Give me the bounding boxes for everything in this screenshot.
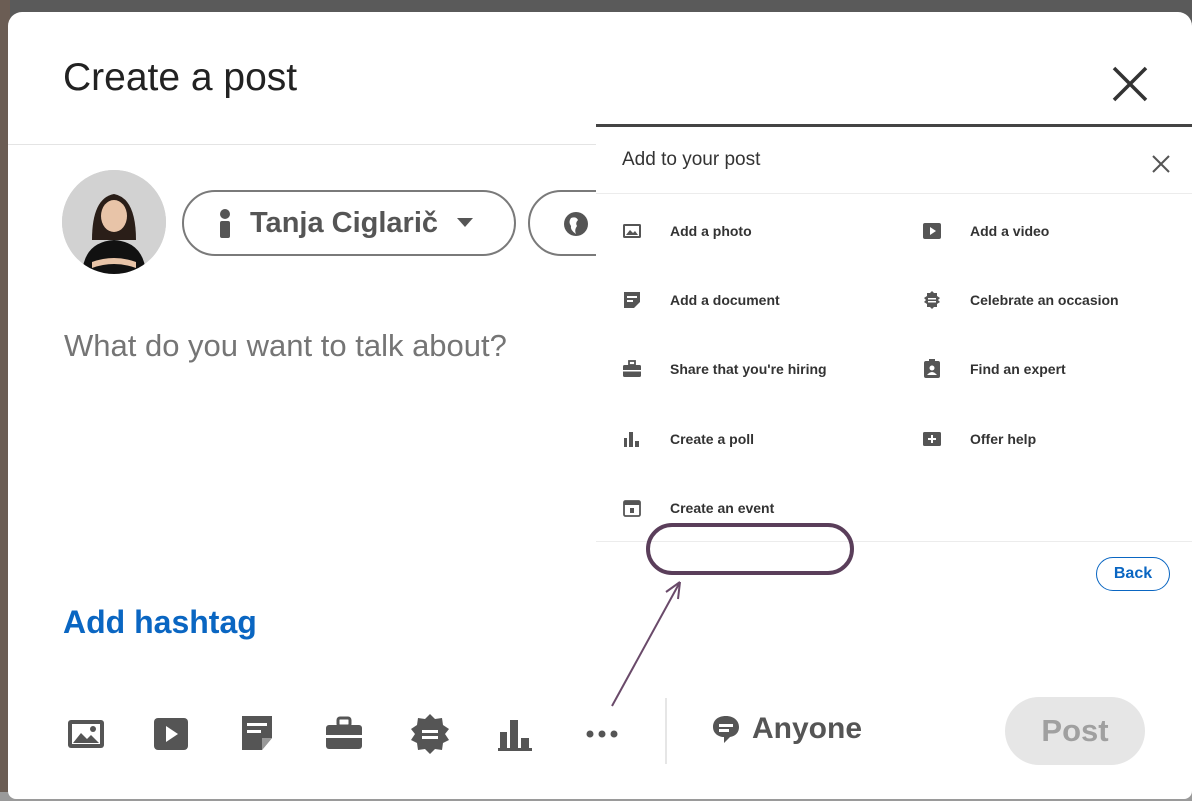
panel-item-share-hiring[interactable]: Share that you're hiring — [622, 357, 827, 381]
toolbar-divider — [665, 698, 667, 764]
avatar — [62, 170, 166, 274]
close-icon[interactable] — [1108, 62, 1152, 106]
panel-item-create-event[interactable]: Create an event — [622, 496, 774, 520]
panel-item-create-poll[interactable]: Create a poll — [622, 427, 754, 451]
panel-item-add-photo[interactable]: Add a photo — [622, 219, 752, 243]
panel-item-label: Add a photo — [670, 223, 752, 239]
panel-item-label: Celebrate an occasion — [970, 292, 1119, 308]
panel-item-find-expert[interactable]: Find an expert — [922, 357, 1066, 381]
person-icon — [220, 209, 230, 238]
panel-title: Add to your post — [622, 149, 761, 170]
globe-icon — [564, 212, 588, 236]
panel-item-label: Create a poll — [670, 431, 755, 447]
panel-close-icon[interactable] — [1150, 153, 1172, 175]
calendar-icon — [622, 498, 642, 518]
document-icon — [622, 290, 642, 310]
author-name: Tanja Ciglarič — [250, 206, 439, 239]
author-selector[interactable]: Tanja Ciglarič — [182, 190, 516, 256]
job-icon[interactable] — [324, 712, 368, 756]
add-to-post-panel: Add to your post Add a photo Add a docum… — [596, 124, 1192, 598]
panel-item-label: Offer help — [970, 431, 1037, 447]
panel-divider — [596, 541, 1192, 542]
video-icon — [922, 221, 942, 241]
caret-down-icon — [457, 218, 474, 227]
panel-item-label: Create an event — [670, 500, 775, 516]
document-icon[interactable] — [238, 712, 282, 756]
post-button[interactable]: Post — [1005, 697, 1145, 765]
expert-icon — [922, 359, 942, 379]
post-text-input[interactable] — [64, 328, 604, 364]
panel-item-offer-help[interactable]: Offer help — [922, 427, 1036, 451]
celebrate-icon[interactable] — [410, 712, 454, 756]
poll-icon — [622, 429, 642, 449]
photo-icon[interactable] — [66, 712, 110, 756]
panel-divider — [596, 193, 1192, 194]
panel-item-celebrate-occasion[interactable]: Celebrate an occasion — [922, 288, 1119, 312]
comment-audience-button[interactable]: Anyone — [710, 712, 862, 746]
modal-title: Create a post — [63, 56, 298, 99]
offer-help-icon — [922, 429, 942, 449]
more-icon[interactable] — [582, 712, 626, 756]
panel-item-label: Add a video — [970, 223, 1050, 239]
audience-label: Anyone — [752, 712, 863, 745]
panel-item-add-document[interactable]: Add a document — [622, 288, 780, 312]
back-button[interactable]: Back — [1096, 557, 1170, 591]
panel-item-label: Share that you're hiring — [670, 361, 827, 377]
poll-icon[interactable] — [496, 712, 540, 756]
briefcase-icon — [622, 359, 642, 379]
panel-item-label: Find an expert — [970, 361, 1066, 377]
comment-icon — [713, 716, 739, 743]
video-icon[interactable] — [152, 712, 196, 756]
panel-item-add-video[interactable]: Add a video — [922, 219, 1049, 243]
photo-icon — [622, 221, 642, 241]
add-hashtag-link[interactable]: Add hashtag — [63, 604, 257, 641]
celebrate-icon — [922, 290, 942, 310]
panel-item-label: Add a document — [670, 292, 780, 308]
